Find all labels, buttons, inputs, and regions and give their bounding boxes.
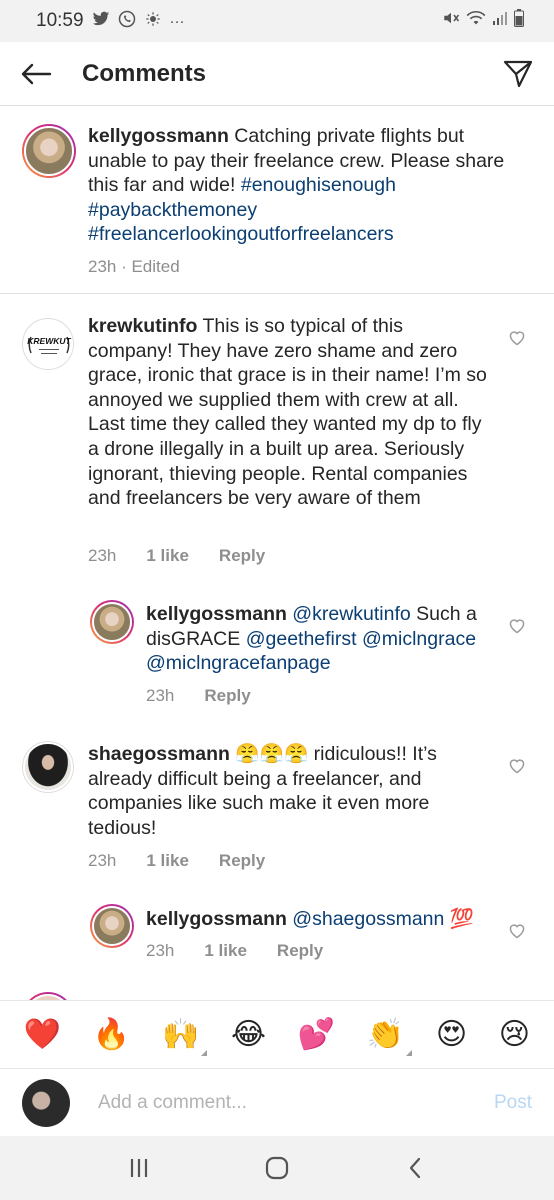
emoji-fire-button[interactable]: 🔥 bbox=[93, 1017, 130, 1052]
comment-timestamp: 23h bbox=[146, 686, 175, 705]
more-dots-icon: ··· bbox=[169, 12, 185, 30]
emoji-clap-button[interactable]: 👏 bbox=[366, 1017, 413, 1056]
like-button[interactable] bbox=[508, 618, 526, 636]
comment-username[interactable]: shaegossmann bbox=[88, 743, 230, 765]
caption-text: kellygossmann Catching private flights b… bbox=[88, 124, 528, 247]
emoji-quick-bar: ❤️ 🔥 🙌 😂 💕 👏 😍 😢 bbox=[0, 1000, 554, 1068]
page-title: Comments bbox=[82, 59, 207, 87]
post-caption: kellygossmann Catching private flights b… bbox=[0, 106, 554, 294]
back-button[interactable] bbox=[16, 54, 56, 94]
emoji-raised-hands-glyph: 🙌 bbox=[161, 1018, 200, 1051]
caption-meta: 23h · Edited bbox=[88, 257, 180, 277]
avatar[interactable] bbox=[22, 124, 76, 178]
battery-icon bbox=[514, 9, 524, 33]
heart-icon bbox=[509, 924, 525, 939]
status-bar: 10:59 ··· bbox=[0, 0, 554, 42]
arrow-left-icon bbox=[21, 63, 52, 84]
post-button[interactable]: Post bbox=[494, 1092, 532, 1114]
emoji-two-hearts-button[interactable]: 💕 bbox=[298, 1017, 335, 1052]
recent-apps-icon bbox=[130, 1159, 148, 1177]
comment-meta: 23h 1 like Reply bbox=[88, 851, 265, 871]
comment-username[interactable]: krewkutinfo bbox=[88, 315, 197, 337]
comment-meta: 23h 1 like Reply bbox=[88, 546, 265, 566]
comment-emoji: 💯 bbox=[444, 908, 475, 930]
caption-timestamp: 23h · Edited bbox=[88, 257, 180, 276]
krewkut-logo: KREWKUT bbox=[24, 320, 73, 369]
like-button[interactable] bbox=[508, 923, 526, 941]
comment-text: kellygossmann @shaegossmann 💯 bbox=[146, 907, 494, 932]
wifi-icon bbox=[466, 10, 486, 32]
emoji-heart-eyes-button[interactable]: 😍 bbox=[436, 1017, 467, 1052]
heart-icon bbox=[509, 331, 525, 346]
comment-username[interactable]: kellygossmann bbox=[146, 908, 287, 930]
comment-mention[interactable]: @shaegossmann bbox=[287, 908, 444, 930]
whatsapp-icon bbox=[118, 10, 136, 32]
avatar[interactable] bbox=[22, 741, 74, 793]
likes-count[interactable]: 1 like bbox=[204, 941, 247, 961]
avatar bbox=[22, 1078, 70, 1127]
krewkut-logo-text: KREWKUT bbox=[27, 336, 71, 346]
system-nav-bar bbox=[0, 1136, 554, 1200]
like-button[interactable] bbox=[508, 758, 526, 776]
comment-timestamp: 23h bbox=[88, 546, 117, 565]
comment-username[interactable]: kellygossmann bbox=[146, 603, 287, 625]
emoji-crying-button[interactable]: 😢 bbox=[499, 1017, 530, 1052]
recent-apps-button[interactable] bbox=[119, 1148, 159, 1188]
chevron-left-icon bbox=[409, 1157, 421, 1179]
avatar[interactable] bbox=[90, 600, 134, 644]
mute-icon bbox=[442, 10, 460, 32]
reply-button[interactable]: Reply bbox=[219, 546, 265, 566]
skin-tone-indicator-icon bbox=[406, 1050, 413, 1056]
status-time: 10:59 bbox=[36, 10, 84, 31]
comment-emojis: 😤😤😤 bbox=[229, 743, 309, 765]
comment-mention[interactable]: @krewkutinfo bbox=[287, 603, 410, 625]
signal-icon bbox=[492, 10, 508, 32]
emoji-joy-button[interactable]: 😂 bbox=[231, 1017, 266, 1052]
heart-icon bbox=[509, 619, 525, 634]
emoji-raised-hands-button[interactable]: 🙌 bbox=[161, 1017, 208, 1056]
comment-input[interactable] bbox=[98, 1091, 458, 1114]
back-nav-button[interactable] bbox=[395, 1148, 435, 1188]
comment-body: This is so typical of this company! They… bbox=[88, 315, 487, 510]
avatar[interactable] bbox=[90, 904, 134, 948]
likes-count[interactable]: 1 like bbox=[146, 851, 189, 871]
weather-icon bbox=[144, 11, 162, 31]
twitter-icon bbox=[92, 11, 110, 31]
comment-text: shaegossmann 😤😤😤 ridiculous!! It’s alrea… bbox=[88, 742, 488, 840]
comment-meta: 23h Reply bbox=[146, 686, 251, 706]
likes-count[interactable]: 1 like bbox=[146, 546, 189, 566]
comment-timestamp: 23h bbox=[88, 851, 117, 870]
reply-button[interactable]: Reply bbox=[219, 851, 265, 871]
share-button[interactable] bbox=[498, 54, 538, 94]
home-button[interactable] bbox=[257, 1148, 297, 1188]
caption-username[interactable]: kellygossmann bbox=[88, 125, 229, 147]
comment-timestamp: 23h bbox=[146, 941, 175, 960]
heart-icon bbox=[509, 759, 525, 774]
comment-text: kellygossmann @krewkutinfo Such a disGRA… bbox=[146, 602, 494, 676]
emoji-heart-button[interactable]: ❤️ bbox=[24, 1017, 61, 1052]
paper-plane-icon bbox=[503, 60, 533, 87]
add-comment-bar: Post bbox=[0, 1068, 554, 1136]
header: Comments bbox=[0, 42, 554, 106]
reply-button[interactable]: Reply bbox=[277, 941, 323, 961]
skin-tone-indicator-icon bbox=[201, 1050, 208, 1056]
home-icon bbox=[265, 1156, 289, 1180]
comment-meta: 23h 1 like Reply bbox=[146, 941, 323, 961]
avatar[interactable]: KREWKUT bbox=[22, 318, 74, 370]
like-button[interactable] bbox=[508, 330, 526, 348]
reply-button[interactable]: Reply bbox=[204, 686, 250, 706]
comment-text: krewkutinfo This is so typical of this c… bbox=[88, 314, 488, 511]
emoji-clap-glyph: 👏 bbox=[366, 1018, 405, 1051]
